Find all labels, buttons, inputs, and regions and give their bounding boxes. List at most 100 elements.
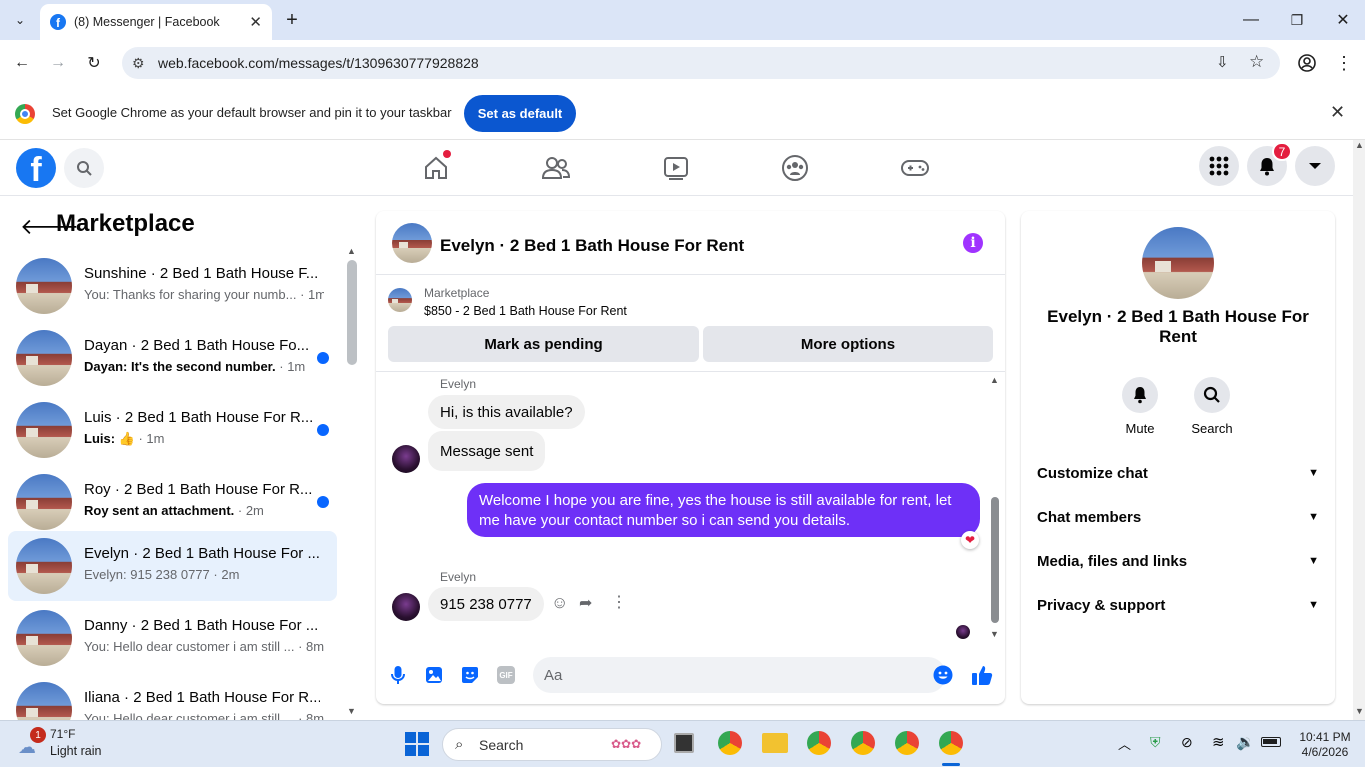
volume-icon[interactable]: 🔉 <box>1236 733 1255 751</box>
chrome-profile-taskbar-icon[interactable] <box>851 731 875 755</box>
message-input[interactable] <box>533 657 946 693</box>
unread-dot <box>317 424 329 436</box>
reload-icon[interactable]: ↻ <box>80 49 108 77</box>
groups-nav-icon[interactable] <box>779 152 811 184</box>
conversation-item[interactable]: Roy · 2 Bed 1 Bath House For R... Roy se… <box>8 467 337 537</box>
media-files-links-row[interactable]: Media, files and links ▼ <box>1037 539 1319 583</box>
chat-members-row[interactable]: Chat members ▼ <box>1037 495 1319 539</box>
customize-chat-row[interactable]: Customize chat ▼ <box>1037 451 1319 495</box>
tab-search-chevron-icon[interactable]: ⌄ <box>6 6 34 34</box>
more-options-button[interactable]: More options <box>703 326 993 362</box>
security-tray-icon[interactable]: ⛨ <box>1150 734 1161 751</box>
scroll-up-arrow-icon[interactable]: ▲ <box>1355 140 1364 150</box>
back-icon[interactable]: ← <box>8 49 36 77</box>
chrome-profile-taskbar-icon[interactable] <box>807 731 831 755</box>
scroll-down-arrow-icon[interactable]: ▼ <box>1355 706 1364 716</box>
conversation-info-icon[interactable]: i <box>963 233 983 253</box>
new-tab-icon[interactable]: + <box>278 6 306 34</box>
tray-chevron-up-icon[interactable]: ︿ <box>1118 734 1131 753</box>
minimize-icon[interactable]: — <box>1237 6 1265 34</box>
browser-tab[interactable]: f (8) Messenger | Facebook ✕ <box>40 4 272 40</box>
listing-price-title[interactable]: $850 - 2 Bed 1 Bath House For Rent <box>424 304 627 318</box>
incoming-message[interactable]: Message sent <box>428 431 546 471</box>
heart-reaction-icon[interactable]: ❤ <box>961 531 979 549</box>
gif-icon[interactable]: GIF <box>494 663 518 687</box>
taskbar-search[interactable]: ⌕ Search ✿✿✿ <box>442 728 662 761</box>
set-as-default-button[interactable]: Set as default <box>464 95 576 132</box>
sidebar-scrollbar[interactable] <box>347 260 357 365</box>
wifi-icon[interactable]: ≋ <box>1212 733 1225 751</box>
chat-panel: Evelyn · 2 Bed 1 Bath House For Rent i M… <box>376 211 1005 704</box>
account-button[interactable] <box>1295 146 1335 186</box>
chat-title[interactable]: Evelyn · 2 Bed 1 Bath House For Rent <box>440 236 744 256</box>
listing-thumbnail[interactable] <box>388 288 412 312</box>
chrome-menu-icon[interactable]: ⋮ <box>1330 49 1358 77</box>
clock-date: 4/6/2026 <box>1301 745 1349 759</box>
facebook-search-button[interactable] <box>64 148 104 188</box>
user-avatar[interactable] <box>392 445 420 473</box>
mute-label: Mute <box>1125 421 1155 436</box>
facebook-logo-icon[interactable]: f <box>16 148 56 188</box>
window-close-icon[interactable]: ✕ <box>1329 6 1357 34</box>
thumbs-up-send-icon[interactable] <box>970 663 994 687</box>
conversation-item[interactable]: Luis · 2 Bed 1 Bath House For R... Luis:… <box>8 395 337 465</box>
profile-avatar[interactable] <box>1142 227 1214 299</box>
bookmark-star-icon[interactable]: ☆ <box>1249 52 1264 72</box>
profile-icon[interactable] <box>1293 49 1321 77</box>
chevron-down-icon: ▼ <box>1308 599 1319 611</box>
scroll-up-arrow-icon[interactable]: ▲ <box>990 375 999 385</box>
search-icon: ⌕ <box>455 736 464 753</box>
file-explorer-icon[interactable] <box>762 733 788 753</box>
chevron-down-icon: ▼ <box>1308 467 1319 479</box>
restore-icon[interactable]: ❐ <box>1283 6 1311 34</box>
user-avatar[interactable] <box>392 593 420 621</box>
forward-icon[interactable]: → <box>44 49 72 77</box>
outgoing-message[interactable]: Welcome I hope you are fine, yes the hou… <box>467 483 980 537</box>
conversation-item[interactable]: Sunshine · 2 Bed 1 Bath House F... You: … <box>8 251 337 321</box>
conversation-item-selected[interactable]: Evelyn · 2 Bed 1 Bath House For ... Evel… <box>8 531 337 601</box>
page-scrollbar[interactable]: ▲ ▼ <box>1353 140 1365 720</box>
incoming-message[interactable]: 915 238 0777 <box>428 587 544 621</box>
menu-grid-button[interactable] <box>1199 146 1239 186</box>
react-emoji-icon[interactable]: ☺ <box>551 593 568 613</box>
emoji-icon[interactable] <box>931 663 955 687</box>
conversation-item[interactable]: Dayan · 2 Bed 1 Bath House Fo... Dayan: … <box>8 323 337 393</box>
reply-icon[interactable]: ➦ <box>579 593 592 613</box>
chat-scrollbar[interactable] <box>991 497 999 623</box>
chrome-active-taskbar-icon[interactable] <box>939 731 963 755</box>
battery-icon[interactable] <box>1261 737 1281 747</box>
infobar-close-icon[interactable]: ✕ <box>1330 102 1345 123</box>
conversation-name: Iliana · 2 Bed 1 Bath House For R... <box>84 689 320 706</box>
mute-action[interactable]: Mute <box>1110 377 1170 436</box>
privacy-support-row[interactable]: Privacy & support ▼ <box>1037 583 1319 627</box>
temperature: 71°F <box>50 727 76 741</box>
friends-nav-icon[interactable] <box>540 152 572 184</box>
scroll-down-arrow-icon[interactable]: ▼ <box>347 706 356 716</box>
install-app-icon[interactable]: ⇩ <box>1216 53 1229 71</box>
gaming-nav-icon[interactable] <box>899 152 931 184</box>
conversation-item[interactable]: Iliana · 2 Bed 1 Bath House For R... You… <box>8 675 337 720</box>
chat-avatar[interactable] <box>392 223 432 263</box>
scroll-up-arrow-icon[interactable]: ▲ <box>347 246 356 256</box>
more-actions-icon[interactable]: ⋮ <box>611 592 627 612</box>
start-windows-icon[interactable] <box>405 732 429 756</box>
video-nav-icon[interactable] <box>660 152 692 184</box>
sticker-icon[interactable] <box>458 663 482 687</box>
tab-close-icon[interactable]: ✕ <box>249 13 262 31</box>
chrome-taskbar-icon[interactable] <box>718 731 742 755</box>
unread-dot <box>317 496 329 508</box>
incoming-message[interactable]: Hi, is this available? <box>428 395 585 429</box>
photo-icon[interactable] <box>422 663 446 687</box>
microphone-icon[interactable] <box>386 663 410 687</box>
chrome-profile-taskbar-icon[interactable] <box>895 731 919 755</box>
row-label: Chat members <box>1037 508 1142 526</box>
network-off-icon[interactable]: ⊘ <box>1181 734 1193 751</box>
address-bar[interactable]: ⚙ web.facebook.com/messages/t/1309630777… <box>122 47 1280 79</box>
task-view-icon[interactable] <box>674 733 694 753</box>
scroll-down-arrow-icon[interactable]: ▼ <box>990 629 999 639</box>
taskbar-clock[interactable]: 10:41 PM 4/6/2026 <box>1290 730 1360 760</box>
mark-as-pending-button[interactable]: Mark as pending <box>388 326 699 362</box>
search-action[interactable]: Search <box>1182 377 1242 436</box>
conversation-item[interactable]: Danny · 2 Bed 1 Bath House For ... You: … <box>8 603 337 673</box>
site-info-icon[interactable]: ⚙ <box>132 55 145 72</box>
